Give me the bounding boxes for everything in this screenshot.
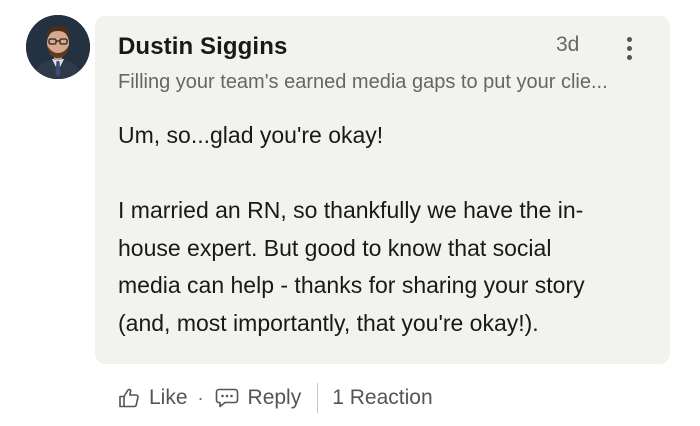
reply-label: Reply [247, 386, 302, 409]
more-icon-dot-middle [627, 46, 632, 51]
reply-bubble-icon [214, 386, 240, 410]
author-headline: Filling your team's earned media gaps to… [118, 71, 608, 93]
like-label: Like [149, 386, 188, 409]
comment-timestamp: 3d [556, 33, 580, 56]
more-icon-dot-top [627, 37, 632, 42]
actions-divider [317, 383, 319, 413]
avatar[interactable] [26, 15, 90, 79]
comment-text: Um, so...glad you're okay! I married an … [118, 122, 585, 336]
reply-button[interactable]: Reply [214, 386, 302, 410]
more-options-button[interactable] [619, 34, 639, 64]
like-button[interactable]: Like [117, 386, 188, 410]
comment-thread: Dustin Siggins 3d Filling your team's ea… [0, 0, 700, 426]
thumbs-up-icon [117, 386, 141, 410]
more-icon-dot-bottom [627, 55, 632, 60]
author-name[interactable]: Dustin Siggins [118, 33, 287, 61]
profile-photo [26, 15, 90, 79]
reactions-count[interactable]: 1 Reaction [332, 386, 432, 410]
comment-actions: Like · Reply 1 Reaction [117, 380, 433, 416]
comment-bubble: Dustin Siggins 3d Filling your team's ea… [95, 16, 670, 364]
action-separator: · [197, 387, 204, 408]
